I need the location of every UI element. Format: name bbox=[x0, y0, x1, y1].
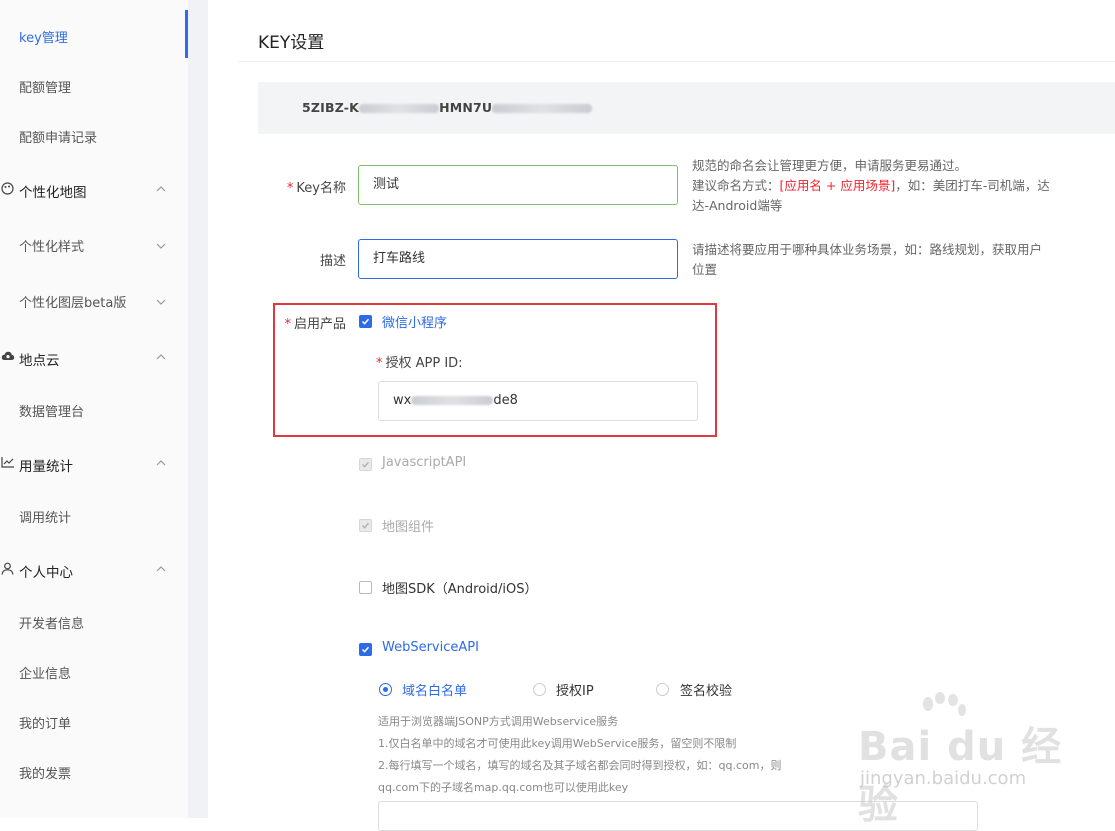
key-name-hint: 规范的命名会让管理更方便，申请服务更易通过。 建议命名方式：[应用名 + 应用场… bbox=[692, 156, 1052, 216]
map-component-label: 地图组件 bbox=[382, 520, 435, 535]
cloud-icon bbox=[1, 350, 15, 364]
radio-signature[interactable] bbox=[656, 683, 669, 696]
domain-whitelist-textarea[interactable] bbox=[378, 801, 978, 831]
sidebar-item-quota-mgmt[interactable]: 配额管理 bbox=[0, 77, 188, 96]
sidebar-group-label: 个人中心 bbox=[19, 565, 73, 581]
map-sdk-checkbox[interactable] bbox=[359, 581, 372, 594]
key-prefix: 5ZIBZ-K bbox=[302, 100, 360, 115]
hint-highlight: [应用名 + 应用场景] bbox=[779, 178, 896, 193]
sidebar-item-my-invoices[interactable]: 我的发票 bbox=[0, 763, 188, 782]
description-hint: 请描述将要应用于哪种具体业务场景，如：路线规划，获取用户位置 bbox=[692, 242, 1043, 277]
highlight-box bbox=[273, 303, 717, 437]
javascript-api-label: JavascriptAPI bbox=[382, 455, 467, 470]
sidebar-item-call-stats[interactable]: 调用统计 bbox=[0, 507, 188, 526]
webservice-note: 适用于浏览器端JSONP方式调用Webservice服务 bbox=[378, 715, 619, 728]
description-input[interactable]: 打车路线 bbox=[358, 239, 678, 279]
palette-icon bbox=[1, 182, 15, 196]
baidu-jingyan-watermark: Bai du 经验 jingyan.baidu.com bbox=[858, 692, 1098, 828]
divider bbox=[238, 61, 1115, 62]
redacted-segment bbox=[492, 104, 593, 113]
check-icon bbox=[361, 522, 370, 529]
check-icon bbox=[361, 461, 370, 468]
sidebar: key管理 配额管理 配额申请记录 个性化地图 个性化样式 个性化图层beta版… bbox=[0, 0, 188, 818]
sidebar-item-quota-records[interactable]: 配额申请记录 bbox=[0, 127, 188, 146]
redacted-segment bbox=[359, 104, 440, 113]
paw-icon bbox=[923, 692, 966, 716]
sidebar-item-data-console[interactable]: 数据管理台 bbox=[0, 401, 188, 420]
javascript-api-checkbox bbox=[359, 458, 372, 471]
chevron-up-icon bbox=[156, 564, 166, 574]
radio-domain-whitelist-label[interactable]: 域名白名单 bbox=[402, 680, 467, 699]
chevron-up-icon bbox=[156, 184, 166, 194]
chevron-down-icon bbox=[156, 297, 166, 307]
sidebar-item-company-info[interactable]: 企业信息 bbox=[0, 663, 188, 682]
webservice-note: 1.仅白名单中的域名才可使用此key调用WebService服务，留空则不限制 bbox=[378, 737, 737, 750]
hint-line: 建议命名方式：[应用名 + 应用场景]，如：美团打车-司机端，达达-Androi… bbox=[692, 176, 1052, 216]
map-component-checkbox bbox=[359, 519, 372, 532]
sidebar-item-custom-layer[interactable]: 个性化图层beta版 bbox=[0, 292, 188, 311]
chevron-down-icon bbox=[156, 241, 166, 251]
key-mid: HMN7U bbox=[439, 100, 493, 115]
required-asterisk: * bbox=[286, 181, 294, 196]
line-chart-icon bbox=[1, 456, 15, 470]
radio-authorized-ip[interactable] bbox=[533, 683, 546, 696]
chevron-up-icon bbox=[156, 458, 166, 468]
webservice-note: qq.com下的子域名map.qq.com也可以使用此key bbox=[378, 781, 629, 794]
sidebar-group-label: 用量统计 bbox=[19, 459, 73, 475]
layout-gutter bbox=[188, 0, 208, 818]
sidebar-item-label: 个性化图层beta版 bbox=[19, 296, 127, 311]
sidebar-group-label: 个性化地图 bbox=[19, 185, 87, 201]
label-text: Key名称 bbox=[296, 181, 346, 196]
key-name-input[interactable]: 测试 bbox=[358, 165, 678, 205]
description-label: 描述 bbox=[319, 254, 346, 269]
watermark-url: jingyan.baidu.com bbox=[860, 768, 1027, 789]
key-value: 5ZIBZ-K HMN7U bbox=[302, 100, 593, 115]
page-title: KEY设置 bbox=[258, 33, 325, 53]
sidebar-item-custom-style[interactable]: 个性化样式 bbox=[0, 236, 188, 255]
hint-text: 建议命名方式： bbox=[692, 178, 780, 193]
webservice-api-checkbox[interactable] bbox=[359, 643, 372, 656]
sidebar-item-label: 个性化样式 bbox=[19, 240, 85, 255]
hint-line: 规范的命名会让管理更方便，申请服务更易通过。 bbox=[692, 158, 968, 173]
chevron-up-icon bbox=[156, 352, 166, 362]
map-sdk-label[interactable]: 地图SDK（Android/iOS） bbox=[382, 578, 538, 597]
sidebar-item-key-mgmt[interactable]: key管理 bbox=[0, 27, 188, 46]
user-icon bbox=[1, 562, 15, 576]
check-icon bbox=[361, 646, 370, 653]
key-banner: 5ZIBZ-K HMN7U bbox=[258, 82, 1115, 134]
radio-signature-label[interactable]: 签名校验 bbox=[680, 680, 732, 699]
key-name-label: * Key名称 bbox=[280, 177, 346, 196]
webservice-note: 2.每行填写一个域名，填写的域名及其子域名都会同时得到授权，如：qq.com，则 bbox=[378, 759, 782, 772]
sidebar-group-label: 地点云 bbox=[19, 353, 60, 369]
sidebar-item-my-orders[interactable]: 我的订单 bbox=[0, 713, 188, 732]
radio-domain-whitelist[interactable] bbox=[379, 683, 392, 696]
radio-authorized-ip-label[interactable]: 授权IP bbox=[556, 680, 594, 699]
sidebar-item-developer-info[interactable]: 开发者信息 bbox=[0, 613, 188, 632]
webservice-api-label[interactable]: WebServiceAPI bbox=[382, 640, 479, 655]
